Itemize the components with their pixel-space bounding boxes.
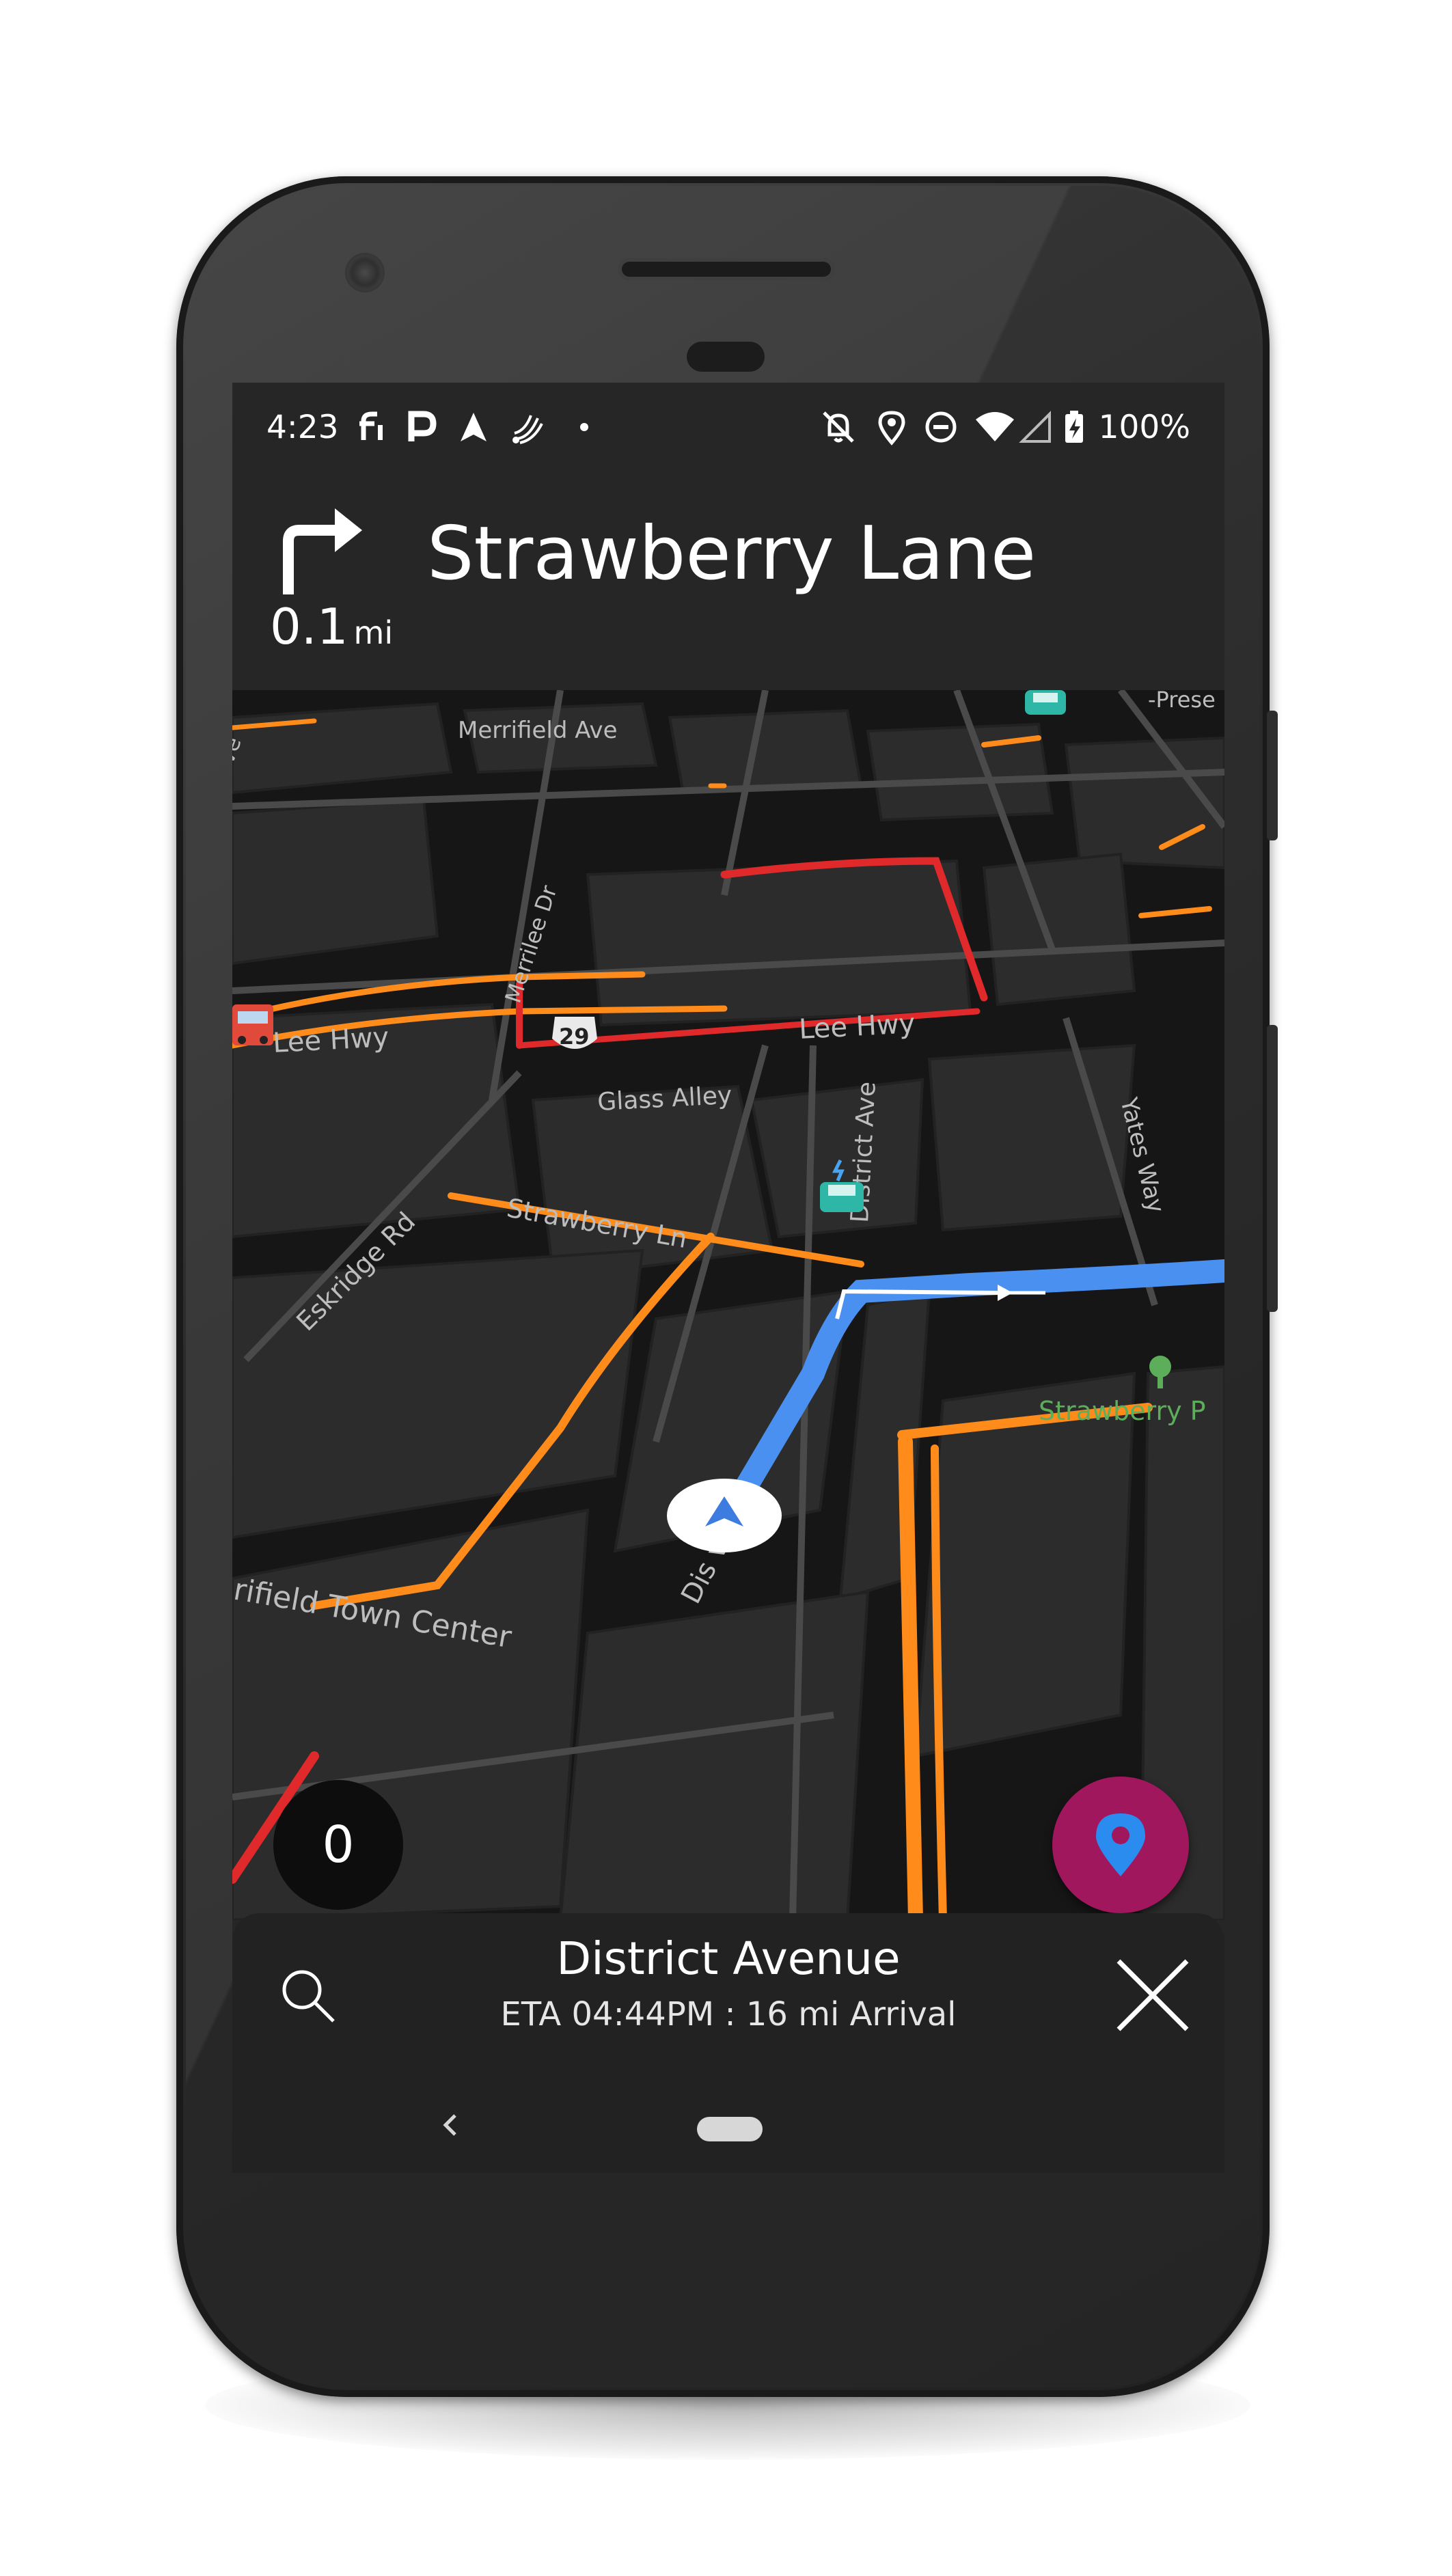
earpiece-speaker bbox=[618, 258, 834, 280]
parking-icon bbox=[408, 411, 437, 441]
map-label-lee-hwy-left: Lee Hwy bbox=[272, 1022, 389, 1059]
close-icon[interactable] bbox=[1108, 1951, 1197, 2040]
destination-name: District Avenue bbox=[556, 1932, 901, 1985]
status-bar: 4:23 100% bbox=[232, 383, 1224, 471]
do-not-disturb-icon bbox=[925, 411, 957, 443]
power-button bbox=[1267, 711, 1278, 840]
map-label-merrifield-ave: Merrifield Ave bbox=[458, 717, 618, 744]
route-29-label: 29 bbox=[559, 1024, 590, 1050]
compass-button[interactable]: 0 bbox=[273, 1780, 403, 1910]
fi-icon bbox=[359, 411, 383, 440]
screen: 4:23 100% 0.1 mi Strawberry Lane Merrifi… bbox=[232, 383, 1224, 2173]
battery-percent: 100% bbox=[1098, 409, 1190, 446]
map-label-strawberry-park: Strawberry P bbox=[1039, 1396, 1206, 1426]
map-view[interactable]: Merrifield Ave Merrilee Dr Lee Hwy Lee H… bbox=[232, 690, 1224, 1920]
dot-icon bbox=[580, 423, 588, 431]
navigation-arrow-icon bbox=[461, 413, 487, 441]
back-icon[interactable] bbox=[430, 2105, 471, 2146]
distance-unit: mi bbox=[353, 614, 394, 651]
next-street-name: Strawberry Lane bbox=[427, 511, 1037, 597]
wifi-icon bbox=[976, 412, 1014, 441]
compass-value: 0 bbox=[322, 1815, 355, 1874]
map-label-lee-hwy-right: Lee Hwy bbox=[798, 1008, 916, 1045]
traffic-incident-icon bbox=[232, 1004, 273, 1045]
battery-charging-icon bbox=[1065, 411, 1083, 443]
nfc-icon bbox=[512, 415, 543, 444]
location-icon bbox=[878, 411, 905, 446]
alarm-off-icon bbox=[823, 411, 854, 443]
proximity-sensor bbox=[687, 342, 765, 372]
map-canvas: Merrifield Ave Merrilee Dr Lee Hwy Lee H… bbox=[232, 690, 1224, 1920]
distance-value: 0.1 bbox=[270, 598, 348, 655]
maneuver-distance: 0.1 mi bbox=[270, 598, 393, 655]
location-fab[interactable] bbox=[1052, 1777, 1189, 1913]
current-location-marker bbox=[667, 1479, 782, 1552]
eta-text: ETA 04:44PM : 16 mi Arrival bbox=[500, 1995, 957, 2033]
system-navigation-bar bbox=[232, 2077, 1224, 2173]
location-pin-icon bbox=[1096, 1813, 1145, 1876]
front-camera bbox=[345, 253, 385, 292]
turn-right-icon bbox=[283, 508, 362, 594]
volume-button bbox=[1267, 1025, 1278, 1312]
map-label-prese: -Prese bbox=[1148, 690, 1216, 713]
home-button[interactable] bbox=[697, 2117, 763, 2141]
navigation-header: 0.1 mi Strawberry Lane bbox=[232, 471, 1224, 690]
car-icon bbox=[1025, 690, 1066, 715]
trip-summary-card: District Avenue ETA 04:44PM : 16 mi Arri… bbox=[232, 1913, 1224, 2077]
signal-icon bbox=[1019, 411, 1051, 443]
status-time: 4:23 bbox=[266, 409, 339, 446]
